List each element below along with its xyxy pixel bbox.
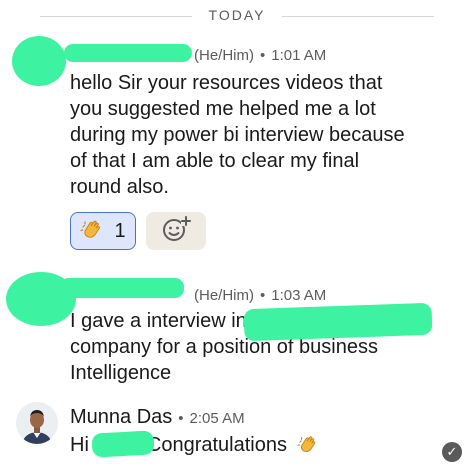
text-redaction <box>243 302 433 342</box>
sender-avatar-redacted[interactable] <box>12 36 66 86</box>
avatar[interactable] <box>16 402 58 444</box>
message-line: round also. <box>70 176 169 198</box>
sender-name-redacted[interactable] <box>64 44 192 62</box>
timestamp: 1:03 AM <box>271 287 327 304</box>
pronouns: (He/Him) <box>194 47 254 64</box>
message-body: hello Sir your resources videos that you… <box>70 70 405 200</box>
message-text: Congratulations <box>146 434 287 456</box>
add-emoji-icon <box>161 214 191 249</box>
timestamp: 1:01 AM <box>271 47 327 64</box>
clapping-hands-icon <box>80 217 104 246</box>
message-line: during my power bi interview because <box>70 124 405 146</box>
text-redaction <box>91 430 155 458</box>
pronouns: (He/Him) <box>194 287 254 304</box>
message-line: you suggested me helped me a lot <box>70 98 376 120</box>
sent-check-icon: ✓ <box>442 442 462 462</box>
sender-name-redacted[interactable] <box>60 278 184 298</box>
message-meta: (He/Him) • 1:03 AM <box>194 287 327 304</box>
clapping-hands-icon <box>296 433 319 462</box>
message-line: of that I am able to clear my final <box>70 150 360 172</box>
message-meta: Munna Das • 2:05 AM <box>70 406 245 428</box>
divider-right <box>282 16 434 17</box>
sender-name[interactable]: Munna Das <box>70 406 172 428</box>
message-line: hello Sir your resources videos that <box>70 72 383 94</box>
message-meta: (He/Him) • 1:01 AM <box>194 47 327 64</box>
day-separator-label: TODAY <box>208 7 266 23</box>
divider-left <box>40 16 192 17</box>
greeting: Hi <box>70 434 89 456</box>
day-separator: TODAY <box>0 4 474 28</box>
reaction-count: 1 <box>114 219 126 242</box>
reaction-clap-button[interactable]: 1 <box>70 212 136 250</box>
timestamp: 2:05 AM <box>189 410 245 427</box>
add-reaction-button[interactable] <box>146 212 206 250</box>
message-line: Intelligence <box>70 362 172 384</box>
